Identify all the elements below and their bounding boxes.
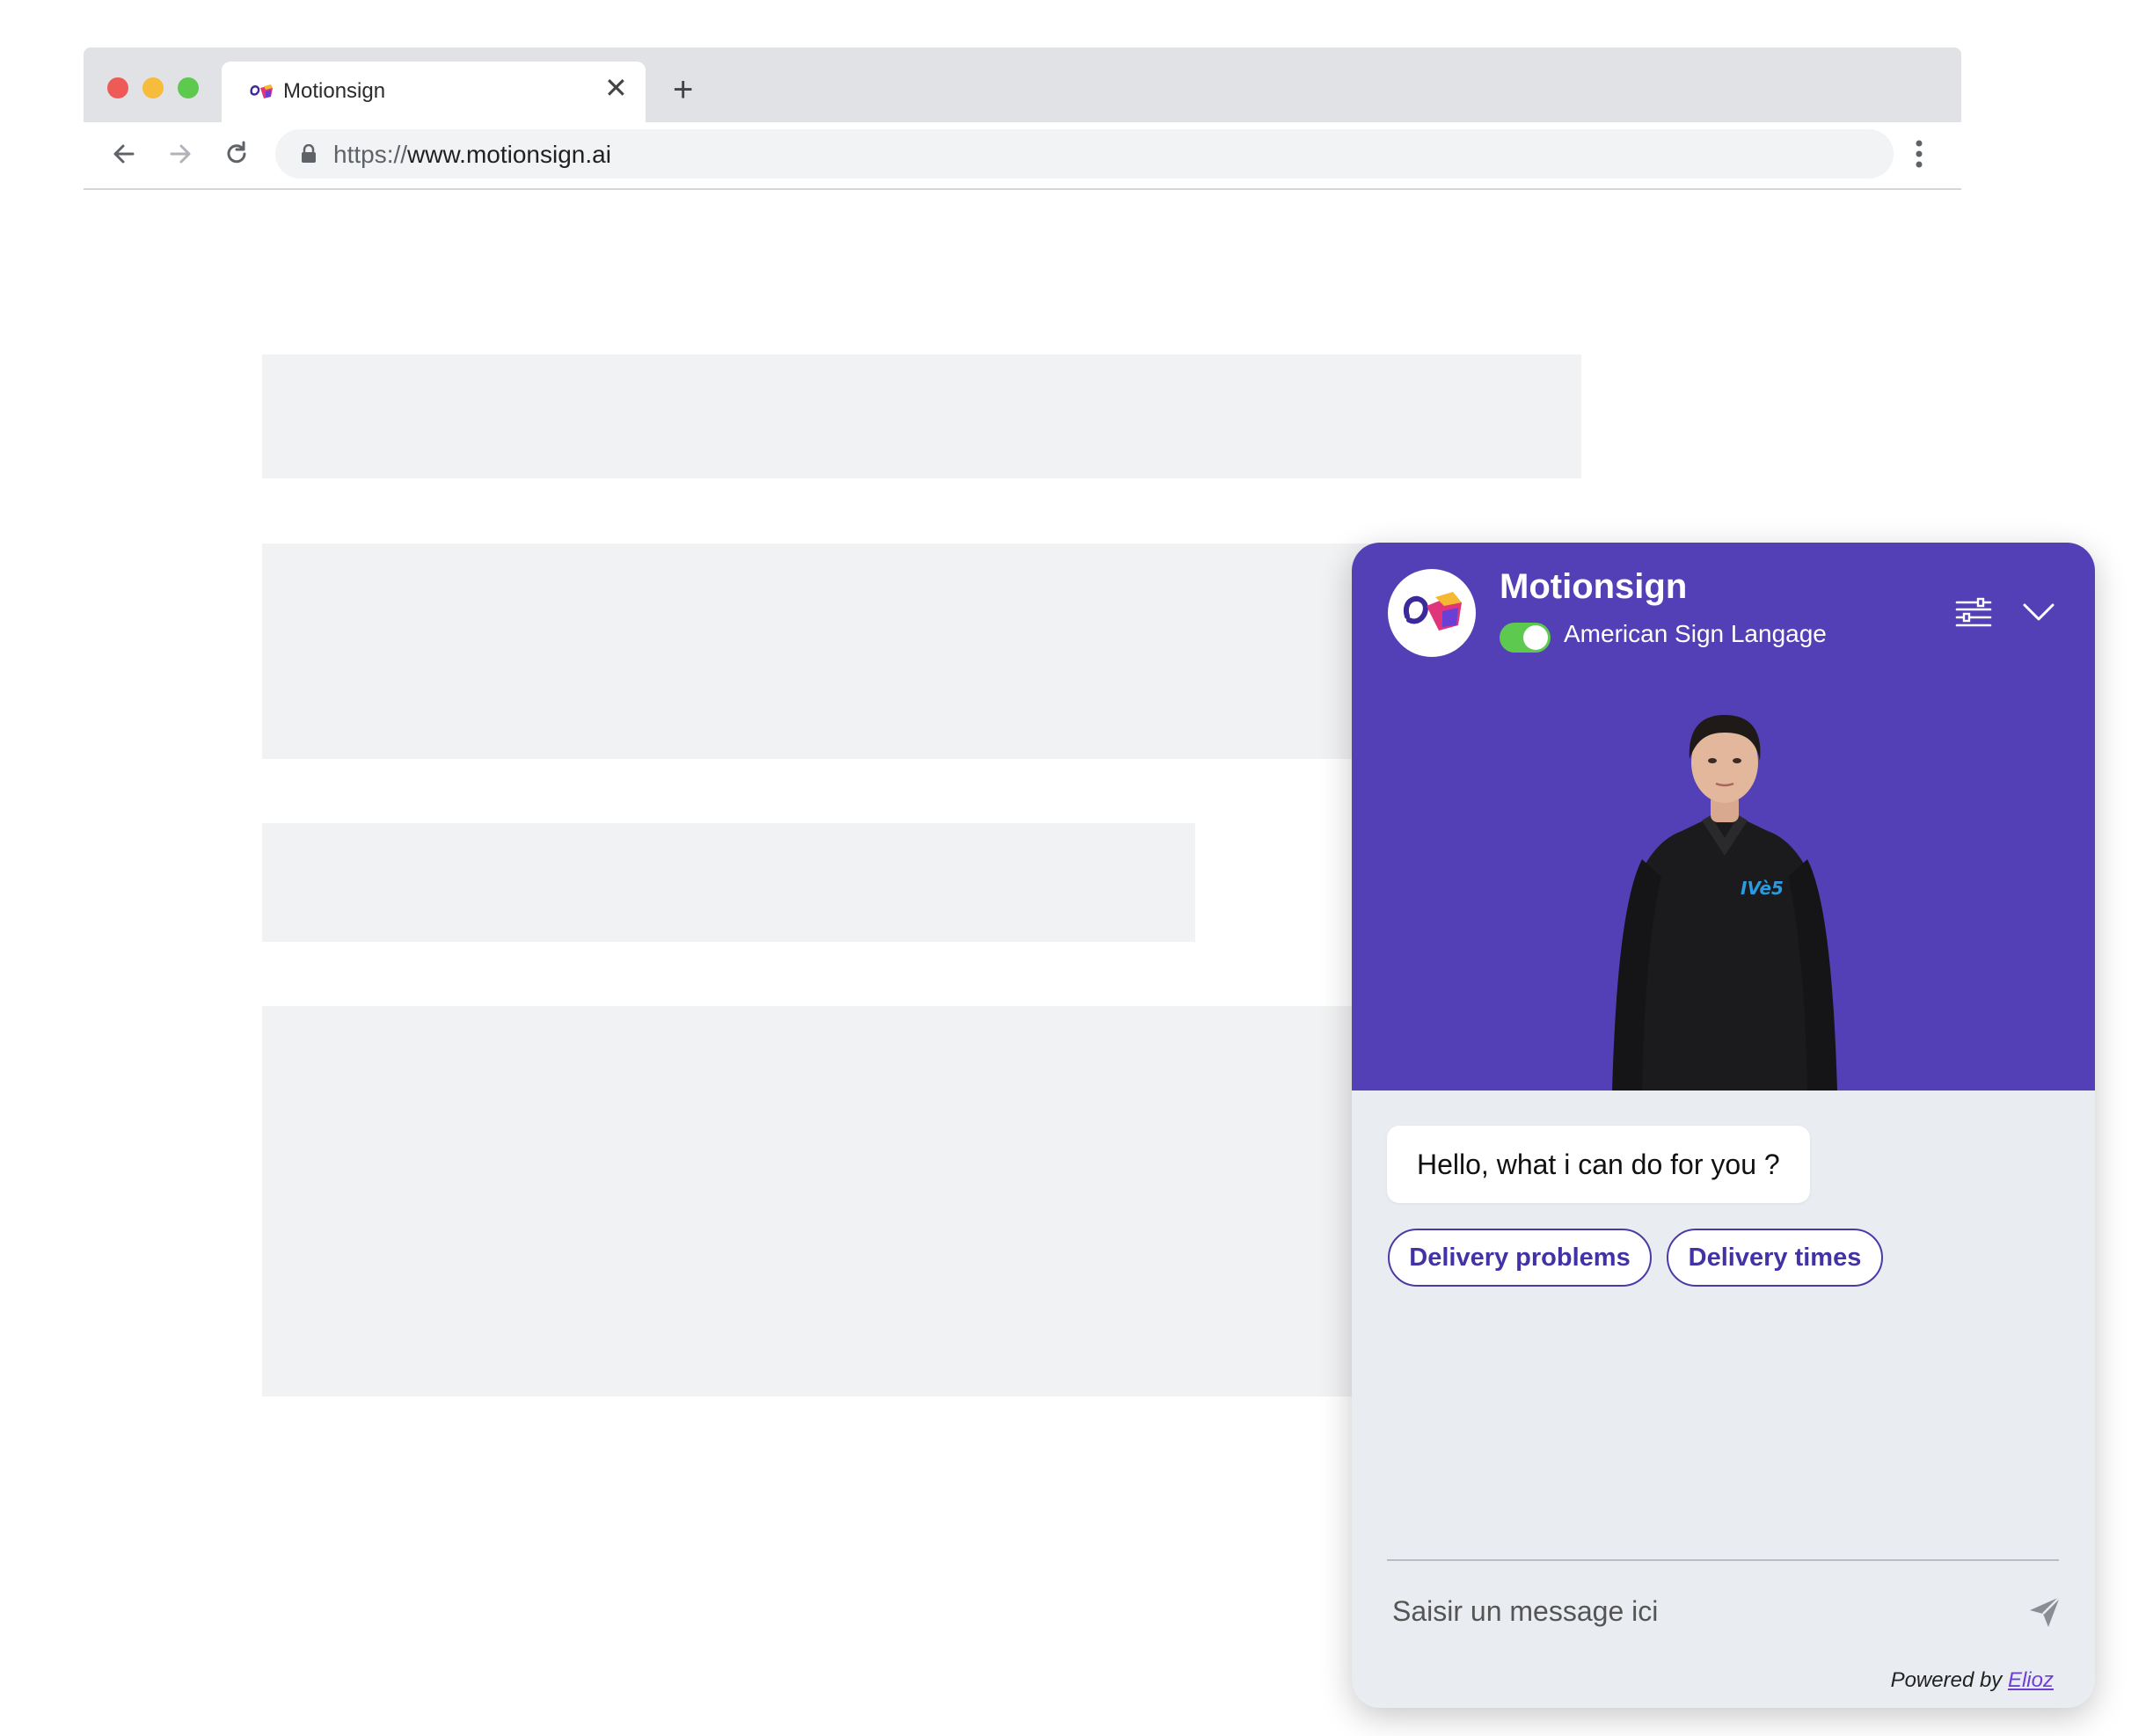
logo-icon bbox=[1388, 569, 1476, 657]
bot-greeting-bubble: Hello, what i can do for you ? bbox=[1387, 1126, 1810, 1203]
quick-reply-delivery-times[interactable]: Delivery times bbox=[1667, 1229, 1883, 1287]
menu-dots-icon[interactable] bbox=[1915, 136, 1923, 171]
chevron-down-icon[interactable] bbox=[2022, 601, 2055, 624]
plus-icon[interactable]: + bbox=[673, 72, 693, 107]
tab-motionsign[interactable]: Motionsign ✕ bbox=[222, 62, 646, 122]
tab-title: Motionsign bbox=[283, 79, 386, 103]
url-scheme: https:// bbox=[333, 141, 408, 168]
close-window-button[interactable] bbox=[107, 77, 128, 98]
reload-icon[interactable] bbox=[221, 138, 252, 170]
back-icon[interactable] bbox=[108, 138, 140, 170]
sign-language-toggle[interactable] bbox=[1500, 623, 1551, 653]
chat-widget: Motionsign American Sign Langage IVè5 He… bbox=[1352, 543, 2095, 1708]
elioz-link[interactable]: Elioz bbox=[2008, 1668, 2054, 1692]
close-icon[interactable]: ✕ bbox=[604, 74, 628, 102]
sign-avatar-video: IVè5 bbox=[1352, 683, 2095, 1090]
lock-icon bbox=[302, 144, 316, 163]
address-bar[interactable]: https://www.motionsign.ai bbox=[275, 129, 1894, 179]
widget-header: Motionsign American Sign Langage bbox=[1352, 543, 2095, 683]
svg-text:IVè5: IVè5 bbox=[1741, 878, 1784, 899]
quick-reply-delivery-problems[interactable]: Delivery problems bbox=[1388, 1229, 1652, 1287]
maximize-window-button[interactable] bbox=[178, 77, 199, 98]
tab-strip: Motionsign ✕ + bbox=[84, 47, 1961, 122]
forward-icon[interactable] bbox=[164, 138, 196, 170]
url-text: https://www.motionsign.ai bbox=[333, 141, 611, 169]
widget-title: Motionsign bbox=[1500, 567, 1688, 606]
language-label: American Sign Langage bbox=[1564, 620, 1827, 647]
send-icon[interactable] bbox=[2027, 1594, 2062, 1630]
content-placeholder-1 bbox=[262, 354, 1581, 478]
url-host: www.motionsign.ai bbox=[407, 141, 611, 168]
avatar-figure: IVè5 bbox=[1612, 715, 1837, 1090]
settings-sliders-icon[interactable] bbox=[1955, 597, 1992, 631]
toggle-knob bbox=[1523, 625, 1548, 650]
favicon-icon bbox=[250, 84, 273, 98]
powered-by: Powered by Elioz bbox=[1891, 1668, 2054, 1693]
browser-window: Motionsign ✕ + https://www.motionsign.ai bbox=[84, 47, 1961, 190]
browser-toolbar: https://www.motionsign.ai bbox=[84, 122, 1961, 190]
message-input[interactable] bbox=[1387, 1580, 1978, 1642]
input-divider bbox=[1387, 1559, 2059, 1561]
powered-by-prefix: Powered by bbox=[1890, 1668, 2008, 1692]
minimize-window-button[interactable] bbox=[142, 77, 164, 98]
content-placeholder-3 bbox=[262, 823, 1195, 942]
